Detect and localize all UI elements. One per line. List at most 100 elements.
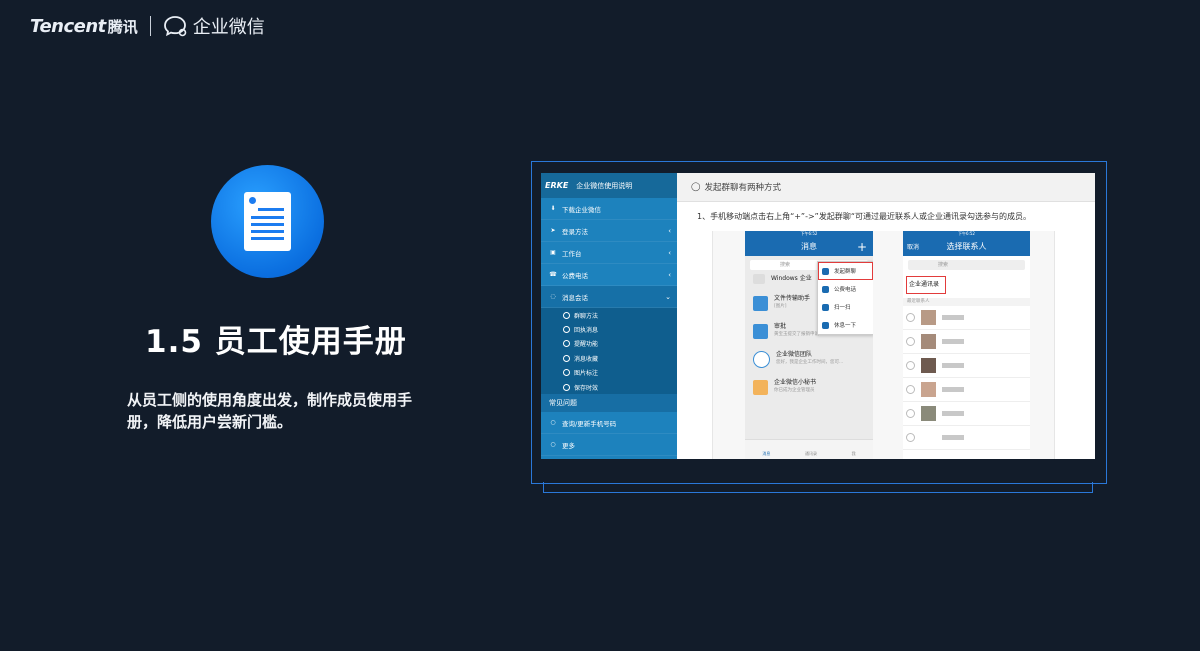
hero-description: 从员工侧的使用角度出发，制作成员使用手册，降低用户尝新门槛。 xyxy=(127,391,413,431)
phone-select-contacts: 下午6:52 取消 选择联系人 搜索 企业通讯录 最近联系人 xyxy=(903,231,1030,459)
popup-item-scan[interactable]: 扫一扫 xyxy=(818,298,873,316)
cancel-button[interactable]: 取消 xyxy=(907,242,919,251)
submenu-item[interactable]: 回执消息 xyxy=(541,322,677,336)
submenu-label: 图片标注 xyxy=(574,370,599,378)
avatar xyxy=(921,382,936,397)
phone-messages: 下午6:52 消息 + 搜索 Windows 企业 文件传输助手 [图片] 审批黄… xyxy=(745,231,873,459)
contact-row[interactable] xyxy=(903,426,1030,450)
phone-titlebar: 消息 + xyxy=(745,237,873,256)
sidebar-item-login[interactable]: ➤ 登录方法 ‹ xyxy=(541,220,677,242)
circle-icon xyxy=(563,340,570,348)
frame-shadow-2 xyxy=(555,492,1081,493)
radio-icon xyxy=(906,361,915,370)
logo-divider xyxy=(149,16,151,36)
send-icon: ➤ xyxy=(550,227,556,234)
recent-contacts-section: 最近联系人 xyxy=(903,298,1030,306)
submenu-label: 保存时效 xyxy=(574,384,599,392)
contact-name xyxy=(942,339,964,344)
download-icon: ⬇ xyxy=(550,205,556,212)
submenu-item[interactable]: 图片标注 xyxy=(541,366,677,380)
chevron-left-icon: ‹ xyxy=(668,248,671,257)
popup-label: 发起群聊 xyxy=(834,269,857,275)
sidebar-item-label: 消息会话 xyxy=(562,293,588,302)
contact-row[interactable] xyxy=(903,306,1030,330)
content-heading-text: 发起群聊有两种方式 xyxy=(704,183,782,193)
phone-icon: ☎ xyxy=(549,271,557,278)
sidebar-item-phone[interactable]: ☎ 公费电话 ‹ xyxy=(541,264,677,286)
plus-icon[interactable]: + xyxy=(857,241,867,253)
contact-name xyxy=(942,363,964,368)
submenu-item[interactable]: 群聊方法 xyxy=(541,308,677,322)
tab-contacts[interactable]: 通讯录 xyxy=(805,451,817,457)
radio-icon xyxy=(906,337,915,346)
wework-team-icon xyxy=(753,350,770,368)
content-heading: ◯ 发起群聊有两种方式 xyxy=(677,173,1095,202)
avatar xyxy=(921,430,936,445)
approval-icon xyxy=(753,323,768,339)
list-item-sub: 你已成为企业管理员 xyxy=(774,388,815,393)
sidebar-item-label: 下载企业微信 xyxy=(562,205,601,214)
org-directory-item[interactable]: 企业通讯录 xyxy=(906,276,946,294)
tab-me[interactable]: 我 xyxy=(852,451,856,457)
secretary-avatar xyxy=(753,379,768,395)
list-item-sub: 黄宝玉提交了报销申请 xyxy=(774,332,819,337)
contact-name xyxy=(942,411,964,416)
tab-messages[interactable]: 消息 xyxy=(762,451,770,457)
contact-row[interactable] xyxy=(903,402,1030,426)
popup-item-call[interactable]: 公费电话 xyxy=(818,280,873,298)
phone-title: 消息 xyxy=(801,242,817,251)
header-logos: Tencent 腾讯 企业微信 xyxy=(30,12,265,40)
circle-icon xyxy=(563,383,570,391)
avatar xyxy=(921,310,936,325)
list-item[interactable]: 企业微信团队 您好，我是企业工作时间，您可... xyxy=(745,346,873,372)
contact-row[interactable] xyxy=(903,330,1030,354)
chevron-left-icon: ‹ xyxy=(668,270,671,279)
submenu-label: 回执消息 xyxy=(574,327,599,335)
sidebar-item-workbench[interactable]: ▣ 工作台 ‹ xyxy=(541,242,677,264)
sidebar-item-label: 查询/更新手机号码 xyxy=(562,419,617,428)
submenu-label: 提醒功能 xyxy=(574,341,599,349)
list-item-title: 文件传输助手 xyxy=(774,295,811,302)
sidebar-item-messages[interactable]: ◌ 消息会话 ⌄ xyxy=(541,286,677,308)
manual-content: ◯ 发起群聊有两种方式 1、手机移动端点击右上角“+”->”发起群聊“可通过最近… xyxy=(677,173,1095,459)
sidebar-title: 企业微信使用说明 xyxy=(576,181,633,190)
submenu-item[interactable]: 保存时效 xyxy=(541,380,677,394)
plus-popup-menu: 发起群聊 公费电话 扫一扫 休息一下 xyxy=(817,261,873,335)
tencent-logo: Tencent xyxy=(30,15,106,37)
list-item-title: 企业微信团队 xyxy=(776,351,813,358)
radio-icon xyxy=(906,433,915,442)
circle-icon xyxy=(563,354,570,362)
popup-label: 公费电话 xyxy=(834,287,857,293)
list-item-title: 企业微信小秘书 xyxy=(774,379,817,386)
sidebar-item-label: 公费电话 xyxy=(562,271,588,280)
contact-row[interactable] xyxy=(903,378,1030,402)
chat-icon xyxy=(822,267,829,275)
radio-icon xyxy=(906,385,915,394)
chevron-left-icon: ‹ xyxy=(668,226,671,235)
wework-icon xyxy=(163,16,187,37)
manual-screenshot: ERKE 企业微信使用说明 ⬇ 下载企业微信 ➤ 登录方法 ‹ ▣ 工作台 ‹ … xyxy=(541,173,1095,459)
sidebar-item-download[interactable]: ⬇ 下载企业微信 xyxy=(541,198,677,220)
radio-icon xyxy=(906,409,915,418)
sidebar-item-label: 更多 xyxy=(562,441,575,450)
scan-icon xyxy=(822,303,829,311)
sidebar-item-label: 登录方法 xyxy=(562,227,588,236)
contact-name xyxy=(942,315,964,320)
sidebar-item-phone-number[interactable]: ○ 查询/更新手机号码 xyxy=(541,412,677,435)
workbench-icon: ▣ xyxy=(550,249,556,256)
submenu-item[interactable]: 消息收藏 xyxy=(541,351,677,365)
hero-title: 1.5 员工使用手册 xyxy=(145,324,407,360)
popup-item-rest[interactable]: 休息一下 xyxy=(818,316,873,334)
step-text: 1、手机移动端点击右上角“+”->”发起群聊“可通过最近联系人或企业通讯录勾选参… xyxy=(697,212,1031,221)
phone-screenshots: 下午6:52 消息 + 搜索 Windows 企业 文件传输助手 [图片] 审批黄… xyxy=(712,231,1055,459)
contact-name xyxy=(942,387,964,392)
wework-name: 企业微信 xyxy=(192,17,265,38)
list-item[interactable]: 企业微信小秘书 你已成为企业管理员 xyxy=(745,374,873,400)
phone-search[interactable]: 搜索 xyxy=(908,260,1025,270)
popup-label: 休息一下 xyxy=(834,323,857,329)
sidebar-item-more[interactable]: ○ 更多 xyxy=(541,434,677,457)
submenu-label: 消息收藏 xyxy=(574,355,599,363)
submenu-item[interactable]: 提醒功能 xyxy=(541,337,677,351)
contact-row[interactable] xyxy=(903,354,1030,378)
popup-item-group-chat[interactable]: 发起群聊 xyxy=(818,262,873,280)
